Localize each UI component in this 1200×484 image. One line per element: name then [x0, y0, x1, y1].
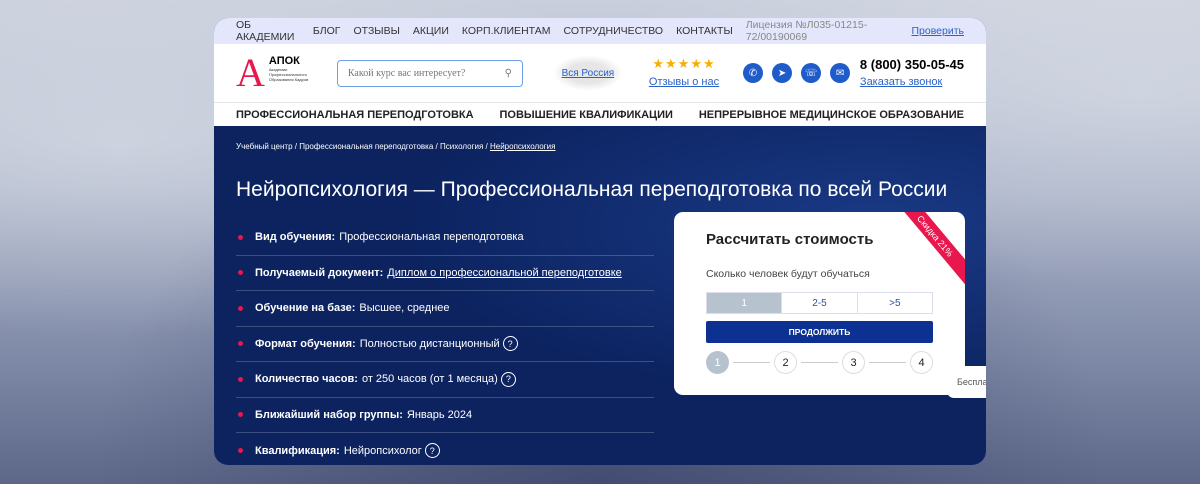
- free-consultation-tab[interactable]: Бесплатная консультация: [947, 366, 986, 398]
- fact-item: Обучение на базе: Высшее, среднее: [236, 291, 654, 327]
- menu-reviews[interactable]: ОТЗЫВЫ: [353, 25, 399, 37]
- fact-item: Ближайший набор группы: Январь 2024: [236, 398, 654, 433]
- step-2: 2: [774, 351, 797, 374]
- search-placeholder: Какой курс вас интересует?: [347, 67, 466, 79]
- fact-value: от 250 часов (от 1 месяца): [361, 373, 498, 386]
- search-input[interactable]: Какой курс вас интересует? ⚲: [336, 59, 523, 87]
- menu-contacts[interactable]: КОНТАКТЫ: [676, 25, 733, 37]
- fact-label: Вид обучения:: [255, 231, 336, 244]
- nav-qualification[interactable]: ПОВЫШЕНИЕ КВАЛИФИКАЦИИ: [499, 109, 672, 121]
- option-2-5[interactable]: 2-5: [781, 293, 856, 313]
- viber-icon[interactable]: ✆: [743, 63, 764, 83]
- rating-stars: ★★★★★: [652, 56, 716, 71]
- people-question: Сколько человек будут обучаться: [706, 268, 870, 280]
- option-1[interactable]: 1: [707, 293, 782, 313]
- continue-button[interactable]: ПРОДОЛЖИТЬ: [706, 321, 933, 343]
- menu-promos[interactable]: АКЦИИ: [413, 25, 449, 37]
- fact-label: Ближайший набор группы:: [255, 408, 403, 421]
- calculator-title: Рассчитать стоимость: [706, 231, 874, 248]
- help-icon[interactable]: ?: [500, 371, 516, 387]
- help-icon[interactable]: ?: [502, 336, 518, 352]
- menu-partners[interactable]: СОТРУДНИЧЕСТВО: [563, 25, 663, 37]
- step-4: 4: [910, 351, 933, 374]
- phone-number[interactable]: 8 (800) 350-05-45: [860, 57, 964, 72]
- logo-letter: А: [236, 50, 265, 95]
- price-calculator: Скидка 21% Рассчитать стоимость Сколько …: [674, 212, 965, 395]
- menu-blog[interactable]: БЛОГ: [313, 25, 341, 37]
- header: А АПОК Академии Профессионального Образов…: [214, 44, 986, 102]
- fact-value: Высшее, среднее: [359, 302, 450, 315]
- logo-name: АПОК: [268, 55, 300, 67]
- breadcrumb: Учебный центр / Профессиональная перепод…: [236, 142, 556, 151]
- hero: Учебный центр / Профессиональная перепод…: [214, 126, 986, 465]
- fact-value: Полностью дистанционный: [359, 337, 500, 350]
- step-1: 1: [706, 351, 729, 374]
- region-selector[interactable]: Вся Россия: [552, 55, 623, 91]
- verify-link[interactable]: Проверить: [911, 25, 964, 37]
- menu-about[interactable]: ОБ АКАДЕМИИ: [236, 19, 300, 43]
- telegram-icon[interactable]: ➤: [772, 63, 793, 83]
- nav-retraining[interactable]: ПРОФЕССИОНАЛЬНАЯ ПЕРЕПОДГОТОВКА: [236, 109, 474, 121]
- logo-subtitle: Академии Профессионального Образования К…: [268, 67, 309, 82]
- search-icon[interactable]: ⚲: [505, 68, 512, 79]
- breadcrumb-item[interactable]: Профессиональная переподготовка: [299, 142, 433, 151]
- main-nav: ПРОФЕССИОНАЛЬНАЯ ПЕРЕПОДГОТОВКА ПОВЫШЕНИ…: [214, 102, 986, 126]
- option-more-5[interactable]: >5: [856, 293, 932, 313]
- fact-label: Квалификация:: [255, 444, 340, 457]
- region-link[interactable]: Вся Россия: [562, 68, 615, 79]
- license-text: Лицензия №Л035-01215-72/00190069: [745, 19, 868, 43]
- course-facts: Вид обучения: Профессиональная переподгот…: [236, 220, 654, 465]
- top-bar: ОБ АКАДЕМИИ БЛОГ ОТЗЫВЫ АКЦИИ КОРП.КЛИЕН…: [214, 18, 986, 44]
- fact-value: Профессиональная переподготовка: [339, 231, 524, 244]
- fact-label: Получаемый документ:: [255, 266, 384, 279]
- fact-item: Вид обучения: Профессиональная переподгот…: [236, 220, 654, 256]
- help-icon[interactable]: ?: [424, 443, 440, 459]
- breadcrumb-current[interactable]: Нейропсихология: [490, 142, 556, 151]
- email-icon[interactable]: ✉: [830, 63, 851, 83]
- step-3: 3: [842, 351, 865, 374]
- fact-label: Формат обучения:: [255, 337, 356, 350]
- reviews-link[interactable]: Отзывы о нас: [649, 76, 719, 88]
- step-indicator: 1 2 3 4: [706, 351, 933, 374]
- page-card: ОБ АКАДЕМИИ БЛОГ ОТЗЫВЫ АКЦИИ КОРП.КЛИЕН…: [214, 18, 986, 465]
- page-title: Нейропсихология — Профессиональная переп…: [236, 178, 948, 201]
- fact-item: Количество часов: от 250 часов (от 1 меся…: [236, 362, 654, 398]
- whatsapp-icon[interactable]: ☏: [801, 63, 822, 83]
- fact-item: Квалификация: Нейропсихолог?: [236, 433, 654, 465]
- fact-value: Январь 2024: [406, 408, 473, 421]
- breadcrumb-item[interactable]: Психология: [440, 142, 483, 151]
- menu-corp[interactable]: КОРП.КЛИЕНТАМ: [462, 25, 551, 37]
- callback-link[interactable]: Заказать звонок: [860, 76, 942, 88]
- logo[interactable]: А АПОК Академии Профессионального Образов…: [236, 50, 313, 95]
- fact-value: Нейропсихолог: [343, 444, 422, 457]
- breadcrumb-item[interactable]: Учебный центр: [236, 142, 293, 151]
- fact-label: Количество часов:: [255, 373, 358, 386]
- nav-medical[interactable]: НЕПРЕРЫВНОЕ МЕДИЦИНСКОЕ ОБРАЗОВАНИЕ: [699, 109, 964, 121]
- fact-item: Формат обучения: Полностью дистанционный?: [236, 327, 654, 362]
- fact-item: Получаемый документ: Диплом о профессиона…: [236, 256, 654, 291]
- fact-label: Обучение на базе:: [255, 302, 356, 315]
- diploma-link[interactable]: Диплом о профессиональной переподготовке: [387, 267, 622, 279]
- people-selector: 1 2-5 >5: [706, 292, 933, 314]
